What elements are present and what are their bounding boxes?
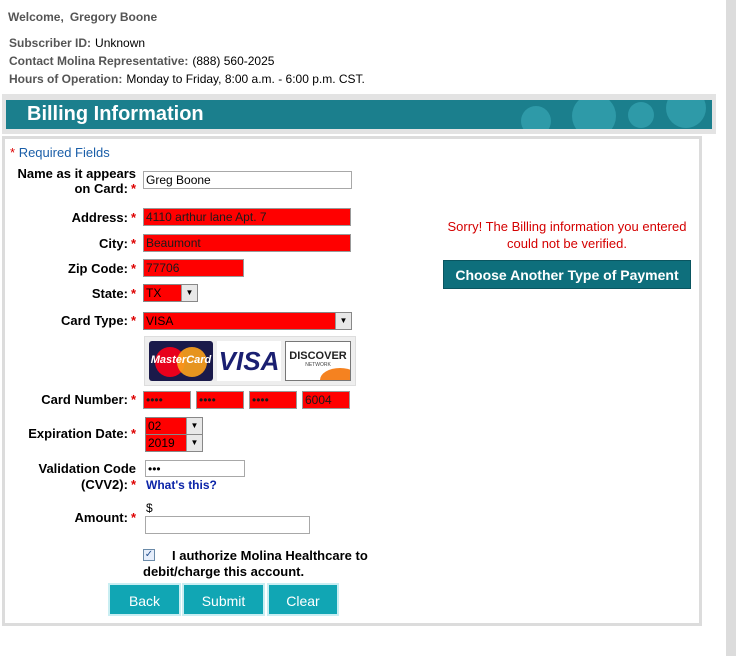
chevron-down-icon: ▼ — [186, 418, 202, 434]
welcome-text: Welcome, Gregory Boone — [8, 10, 157, 24]
contact-label: Contact Molina Representative: — [9, 54, 189, 68]
subscriber-label: Subscriber ID: — [9, 36, 92, 50]
city-input[interactable]: Beaumont — [143, 234, 351, 252]
authorize-text: I authorize Molina Healthcare to debit/c… — [143, 548, 368, 579]
address-input[interactable]: 4110 arthur lane Apt. 7 — [143, 208, 351, 226]
verification-error-message: Sorry! The Billing information you enter… — [447, 219, 687, 251]
user-name: Gregory Boone — [69, 10, 158, 24]
zip-input[interactable]: 77706 — [143, 259, 244, 277]
amount-input[interactable] — [145, 516, 310, 534]
cvv-label-line2: (CVV2): — [80, 477, 128, 492]
cvv-input[interactable]: ••• — [145, 460, 245, 477]
card-number-part4[interactable]: 6004 — [302, 391, 350, 409]
required-star: * — [130, 313, 136, 328]
expiration-label-text: Expiration Date: — [28, 426, 128, 441]
exp-month-select[interactable]: 02 ▼ — [145, 417, 203, 435]
cvv-label-line1: Validation Code — [38, 461, 136, 476]
required-star: * — [130, 286, 136, 301]
zip-label-text: Zip Code: — [68, 261, 128, 276]
expiration-label: Expiration Date: * — [10, 426, 136, 441]
card-type-value: VISA — [146, 314, 174, 328]
cvv-label: Validation Code (CVV2): * — [10, 461, 136, 493]
hours-label: Hours of Operation: — [9, 72, 123, 86]
card-number-part1[interactable]: •••• — [143, 391, 191, 409]
accepted-cards: MasterCard VISA DISCOVER NETWORK — [144, 336, 356, 386]
decor-circle — [666, 100, 706, 128]
mastercard-logo: MasterCard — [149, 341, 213, 381]
decor-circle — [628, 102, 654, 128]
mastercard-logo-text: MasterCard — [150, 354, 212, 366]
city-label: City: * — [10, 236, 136, 251]
card-number-label: Card Number: * — [10, 392, 136, 407]
hours-info: Hours of Operation: Monday to Friday, 8:0… — [9, 72, 365, 86]
address-label-text: Address: — [71, 210, 128, 225]
state-label: State: * — [10, 286, 136, 301]
visa-logo-text: VISA — [218, 346, 280, 376]
exp-year-value: 2019 — [148, 436, 175, 450]
required-star: * — [130, 181, 136, 196]
card-type-label-text: Card Type: — [61, 313, 128, 328]
required-star: * — [130, 210, 136, 225]
authorize-checkbox[interactable]: ✓ — [143, 549, 155, 561]
visa-logo: VISA — [217, 341, 281, 381]
decor-circle — [572, 100, 616, 129]
amount-currency: $ — [146, 501, 153, 515]
whats-this-link[interactable]: What's this? — [146, 478, 217, 492]
scrollbar-track[interactable] — [726, 0, 736, 656]
decor-circle — [521, 106, 551, 129]
discover-logo: DISCOVER NETWORK — [285, 341, 351, 381]
card-number-part3[interactable]: •••• — [249, 391, 297, 409]
name-label-line1: Name as it appears — [17, 166, 136, 181]
welcome-label: Welcome, — [8, 10, 64, 24]
subscriber-value: Unknown — [95, 36, 146, 50]
name-label: Name as it appears on Card: * — [10, 166, 136, 196]
banner-bar: Billing Information — [6, 100, 712, 129]
state-select[interactable]: TX ▼ — [143, 284, 198, 302]
banner-title: Billing Information — [27, 103, 204, 125]
state-label-text: State: — [91, 286, 128, 301]
name-on-card-input[interactable]: Greg Boone — [143, 171, 352, 189]
address-label: Address: * — [10, 210, 136, 225]
card-number-part2[interactable]: •••• — [196, 391, 244, 409]
required-star: * — [10, 145, 16, 160]
chevron-down-icon: ▼ — [186, 435, 202, 451]
required-star: * — [130, 261, 136, 276]
choose-another-payment-button[interactable]: Choose Another Type of Payment — [443, 260, 691, 289]
state-value: TX — [146, 286, 162, 300]
chevron-down-icon: ▼ — [335, 313, 351, 329]
required-star: * — [130, 236, 136, 251]
billing-banner: Billing Information — [2, 94, 716, 134]
required-star: * — [130, 477, 136, 492]
back-button[interactable]: Back — [108, 583, 181, 616]
card-number-label-text: Card Number: — [41, 392, 128, 407]
required-star: * — [130, 510, 136, 525]
chevron-down-icon: ▼ — [181, 285, 197, 301]
required-text: Required Fields — [18, 145, 110, 160]
hours-value: Monday to Friday, 8:00 a.m. - 6:00 p.m. … — [126, 72, 365, 86]
zip-label: Zip Code: * — [10, 261, 136, 276]
amount-label: Amount: * — [10, 510, 137, 525]
subscriber-info: Subscriber ID: Unknown — [9, 36, 145, 50]
exp-month-value: 02 — [148, 419, 162, 433]
card-type-label: Card Type: * — [10, 313, 136, 328]
required-star: * — [130, 426, 136, 441]
discover-logo-text: DISCOVER — [289, 350, 347, 362]
required-fields-note: * Required Fields — [10, 145, 110, 160]
exp-year-select[interactable]: 2019 ▼ — [145, 434, 203, 452]
checkmark-icon: ✓ — [144, 549, 154, 560]
city-label-text: City: — [99, 236, 128, 251]
submit-button[interactable]: Submit — [182, 583, 265, 616]
contact-info: Contact Molina Representative: (888) 560-… — [9, 54, 274, 68]
contact-value: (888) 560-2025 — [192, 54, 275, 68]
amount-label-text: Amount: — [74, 510, 128, 525]
clear-button[interactable]: Clear — [267, 583, 339, 616]
required-star: * — [130, 392, 136, 407]
name-label-line2: on Card: — [74, 181, 128, 196]
card-type-select[interactable]: VISA ▼ — [143, 312, 352, 330]
